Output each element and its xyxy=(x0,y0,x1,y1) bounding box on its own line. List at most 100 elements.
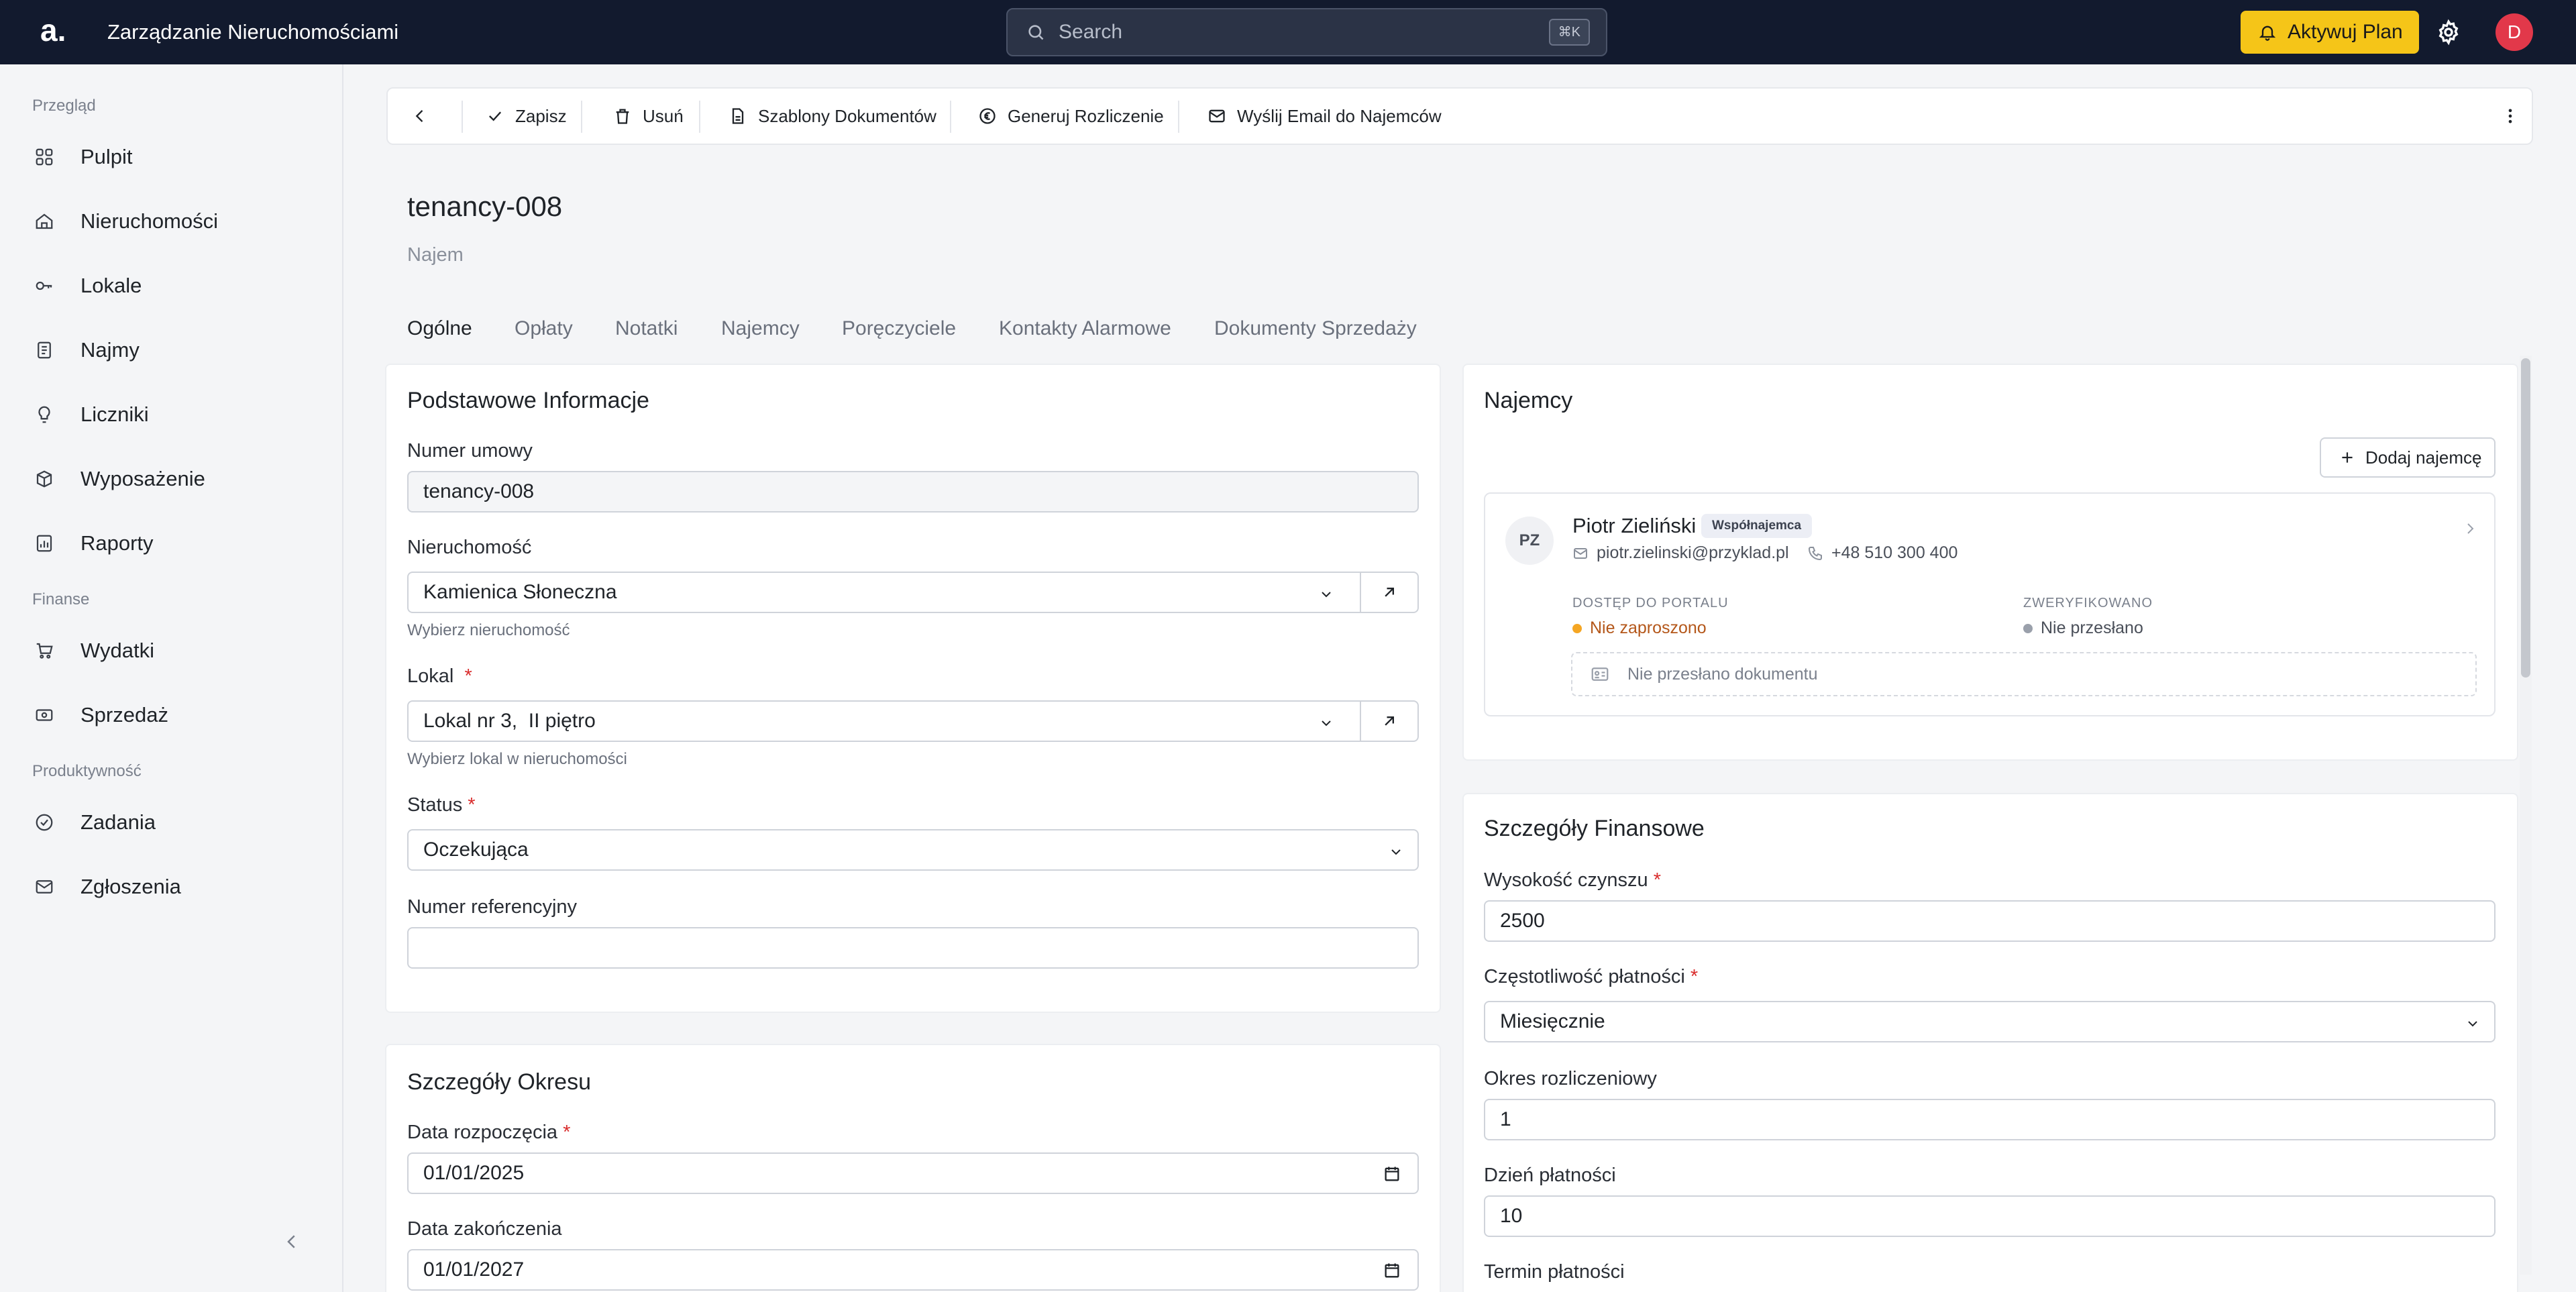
reference-number-label: Numer referencyjny xyxy=(407,896,578,918)
mail-icon xyxy=(1209,109,1225,123)
billing-period-label: Okres rozliczeniowy xyxy=(1484,1068,1657,1089)
calendar-icon[interactable] xyxy=(1383,1165,1401,1183)
tab-kontakty-alarmowe[interactable]: Kontakty Alarmowe xyxy=(999,317,1171,340)
tab-najemcy[interactable]: Najemcy xyxy=(721,317,800,340)
unit-select[interactable]: Lokal nr 3, II piętro xyxy=(407,700,1361,742)
status-select[interactable]: Oczekująca xyxy=(407,829,1419,871)
phone-icon xyxy=(1808,546,1822,560)
payment-frequency-label: Częstotliwość płatności * xyxy=(1484,966,1699,987)
property-select[interactable]: Kamienica Słoneczna xyxy=(407,572,1361,613)
file-icon xyxy=(732,108,744,124)
user-avatar[interactable]: D xyxy=(2496,13,2533,51)
sidebar-item-zadania[interactable]: Zadania xyxy=(32,804,156,841)
contract-number-field[interactable]: tenancy-008 xyxy=(407,471,1419,513)
sidebar-item-nieruchomosci[interactable]: Nieruchomości xyxy=(32,203,218,240)
generate-settlement-button[interactable]: Generuj Rozliczenie xyxy=(978,89,1164,144)
delete-button[interactable]: Usuń xyxy=(613,89,684,144)
sidebar-item-zgloszenia[interactable]: Zgłoszenia xyxy=(32,868,181,906)
toolbar-divider xyxy=(1178,101,1179,133)
document-upload-box[interactable]: Nie przesłano dokumentu xyxy=(1571,652,2477,696)
toolbar-divider xyxy=(462,101,463,133)
toolbar-divider xyxy=(950,101,951,133)
sidebar-item-pulpit[interactable]: Pulpit xyxy=(32,138,133,176)
basic-info-title: Podstawowe Informacje xyxy=(407,388,649,413)
portal-access-status: Nie zaproszono xyxy=(1572,618,1707,638)
payment-day-field[interactable]: 10 xyxy=(1484,1195,2496,1237)
tenant-email[interactable]: piotr.zielinski@przyklad.pl xyxy=(1572,543,1789,563)
unit-label: Lokal * xyxy=(407,665,472,687)
property-label: Nieruchomość xyxy=(407,537,532,558)
search-shortcut: ⌘K xyxy=(1548,19,1590,46)
start-date-field[interactable]: 01/01/2025 xyxy=(407,1152,1419,1194)
chevron-down-icon xyxy=(1391,849,1401,855)
check-circle-icon xyxy=(32,810,56,835)
open-unit-button[interactable] xyxy=(1360,700,1419,742)
payment-frequency-select[interactable]: Miesięcznie xyxy=(1484,1001,2496,1042)
grid-icon xyxy=(32,145,56,169)
document-templates-button[interactable]: Szablony Dokumentów xyxy=(729,89,936,144)
rent-amount-field[interactable]: 2500 xyxy=(1484,900,2496,942)
sidebar-item-wydatki[interactable]: Wydatki xyxy=(32,632,154,669)
sidebar-section-label: Przegląd xyxy=(32,97,96,115)
mail-icon xyxy=(32,875,56,899)
tab-oplaty[interactable]: Opłaty xyxy=(515,317,573,340)
box-icon xyxy=(32,467,56,491)
search-input[interactable]: Search ⌘K xyxy=(1006,8,1607,56)
more-options-button[interactable] xyxy=(2501,89,2520,144)
email-tenants-label: Wyślij Email do Najemców xyxy=(1237,105,1442,126)
tab-dokumenty-sprzedazy[interactable]: Dokumenty Sprzedaży xyxy=(1214,317,1417,340)
sidebar-item-label: Wyposażenie xyxy=(80,467,205,490)
collapse-sidebar-chevron-left-icon[interactable] xyxy=(282,1232,302,1252)
end-date-field[interactable]: 01/01/2027 xyxy=(407,1249,1419,1291)
email-tenants-button[interactable]: Wyślij Email do Najemców xyxy=(1208,89,1442,144)
trash-icon xyxy=(616,109,629,124)
portal-access-label: DOSTĘP DO PORTALU xyxy=(1572,596,1729,610)
id-card-icon xyxy=(1591,667,1609,681)
sidebar-item-sprzedaz[interactable]: Sprzedaż xyxy=(32,696,168,734)
delete-label: Usuń xyxy=(643,105,684,126)
settings-gear-icon[interactable] xyxy=(2435,19,2462,46)
save-label: Zapisz xyxy=(515,105,567,126)
open-property-button[interactable] xyxy=(1360,572,1419,613)
chart-icon xyxy=(32,531,56,555)
action-toolbar: Zapisz Usuń Szablony Dokumentów Generuj … xyxy=(386,87,2533,145)
upgrade-plan-button[interactable]: Aktywuj Plan xyxy=(2241,11,2419,54)
add-tenant-button[interactable]: Dodaj najemcę xyxy=(2320,437,2496,478)
more-vertical-icon xyxy=(2508,109,2512,123)
reference-number-field[interactable] xyxy=(407,927,1419,969)
chevron-left-icon xyxy=(415,110,423,122)
sidebar-item-najmy[interactable]: Najmy xyxy=(32,331,140,369)
tenant-role-badge: Współnajemca xyxy=(1701,514,1813,538)
tab-poreczyciele[interactable]: Poręczyciele xyxy=(842,317,956,340)
billing-period-field[interactable]: 1 xyxy=(1484,1099,2496,1140)
back-button[interactable] xyxy=(411,89,429,144)
tenant-phone[interactable]: +48 510 300 400 xyxy=(1807,543,1957,563)
tenant-card[interactable]: PZ Piotr Zieliński Współnajemca piotr.zi… xyxy=(1484,492,2496,716)
banknote-icon xyxy=(32,703,56,727)
period-details-title: Szczegóły Okresu xyxy=(407,1069,591,1095)
sidebar-item-raporty[interactable]: Raporty xyxy=(32,525,154,562)
document-templates-label: Szablony Dokumentów xyxy=(758,105,936,126)
save-button[interactable]: Zapisz xyxy=(486,89,567,144)
chevron-down-icon xyxy=(1322,720,1331,726)
sidebar-item-wyposazenie[interactable]: Wyposażenie xyxy=(32,460,205,498)
sidebar-item-liczniki[interactable]: Liczniki xyxy=(32,396,149,433)
euro-circle-icon xyxy=(979,108,996,124)
content-scrollbar-thumb[interactable] xyxy=(2521,358,2530,678)
sidebar-item-label: Pulpit xyxy=(80,145,133,168)
chevron-down-icon xyxy=(1322,592,1331,598)
sidebar-item-label: Raporty xyxy=(80,531,154,555)
calendar-icon[interactable] xyxy=(1383,1261,1401,1280)
verified-label: ZWERYFIKOWANO xyxy=(2023,596,2153,610)
sidebar-item-lokale[interactable]: Lokale xyxy=(32,267,142,305)
add-tenant-label: Dodaj najemcę xyxy=(2365,447,2482,468)
sidebar-section-label: Produktywność xyxy=(32,762,142,780)
tab-ogolne[interactable]: Ogólne xyxy=(407,317,472,340)
chevron-right-icon[interactable] xyxy=(2462,521,2478,537)
tab-notatki[interactable]: Notatki xyxy=(615,317,678,340)
generate-settlement-label: Generuj Rozliczenie xyxy=(1008,105,1164,126)
start-date-value: 01/01/2025 xyxy=(423,1162,525,1184)
payment-frequency-value: Miesięcznie xyxy=(1500,1010,1605,1032)
bulb-icon xyxy=(32,402,56,427)
app-logo[interactable]: a. xyxy=(40,15,66,46)
